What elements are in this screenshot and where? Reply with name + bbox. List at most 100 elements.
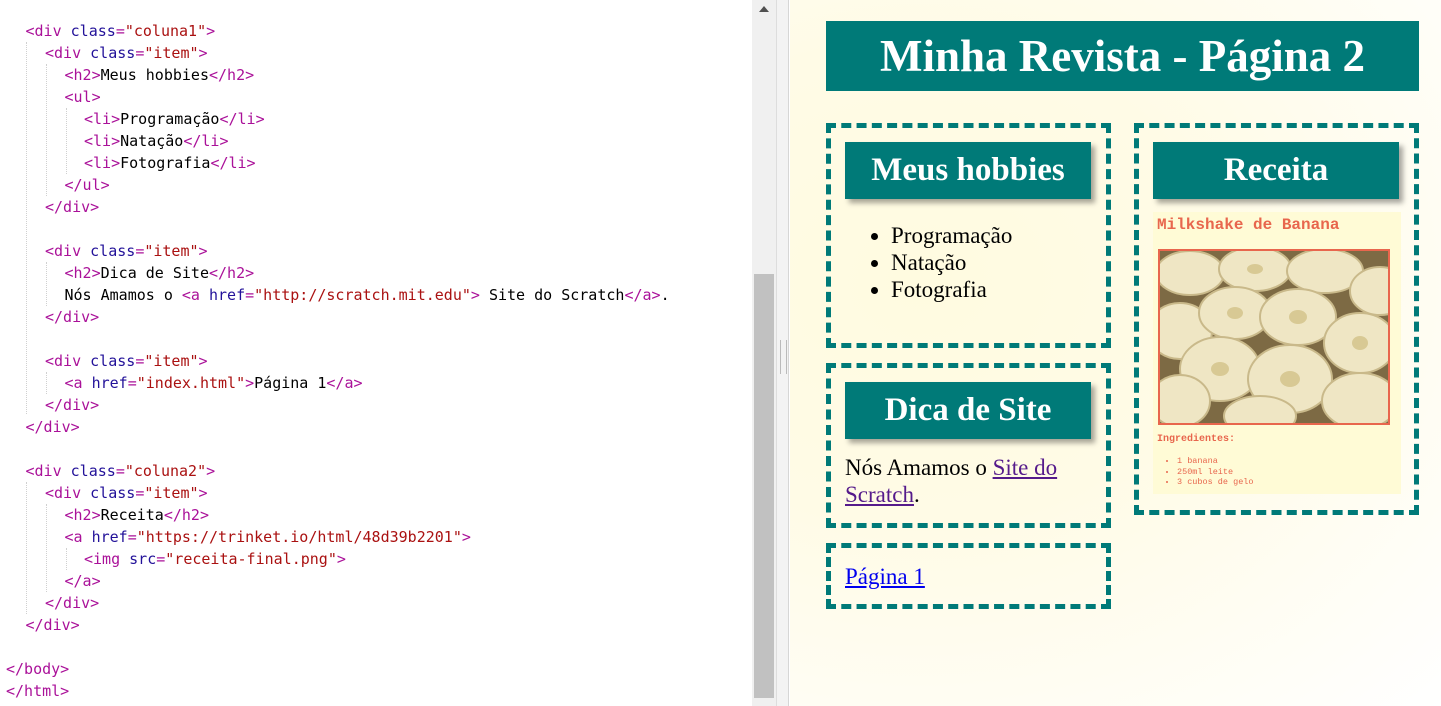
list-item: Fotografia: [891, 276, 1012, 303]
code-token: <div: [45, 242, 91, 260]
editor-scrollbar[interactable]: [752, 0, 776, 706]
code-token: >: [198, 352, 208, 370]
dica-text-before: Nós Amamos o: [845, 455, 993, 480]
banana-photo: [1158, 249, 1390, 425]
code-token: </ul>: [64, 176, 110, 194]
indent-guide: [46, 372, 47, 394]
code-token: >: [461, 528, 471, 546]
code-token: >: [245, 374, 255, 392]
code-token: </div>: [45, 396, 100, 414]
code-editor[interactable]: <div class="coluna1"> <div class="item"> <…: [0, 0, 752, 706]
code-token: href: [209, 286, 246, 304]
hobbies-item: Meus hobbies Programação Natação Fotogra…: [826, 123, 1111, 348]
recipe-title: Milkshake de Banana: [1157, 216, 1340, 234]
code-token: Nós Amamos o: [64, 286, 182, 304]
code-token: <h2>: [64, 506, 101, 524]
page-title: Minha Revista - Página 2: [826, 21, 1419, 91]
indent-guide: [46, 504, 47, 592]
pagina-1-link[interactable]: Página 1: [845, 563, 925, 590]
receita-heading: Receita: [1153, 142, 1399, 199]
code-line: <a href="https://trinket.io/html/48d39b2…: [65, 526, 471, 548]
code-token: <a: [64, 374, 92, 392]
hobbies-heading: Meus hobbies: [845, 142, 1091, 199]
code-line: <div class="coluna1">: [26, 20, 216, 42]
scroll-up-arrow-icon[interactable]: [752, 0, 776, 20]
code-line: </div>: [45, 394, 99, 416]
dica-heading: Dica de Site: [845, 382, 1091, 439]
code-token: >: [198, 44, 208, 62]
code-token: "index.html": [136, 374, 246, 392]
code-line: <div class="item">: [45, 42, 208, 64]
code-token: class: [90, 44, 136, 62]
code-token: href: [91, 528, 128, 546]
code-token: </body>: [6, 660, 70, 678]
code-line: <div class="item">: [45, 482, 208, 504]
code-line: </div>: [26, 614, 80, 636]
code-token: src: [129, 550, 157, 568]
code-token: Dica de Site: [100, 264, 209, 282]
code-token: <ul>: [64, 88, 101, 106]
code-line: </div>: [45, 196, 99, 218]
code-line: </div>: [45, 306, 99, 328]
code-line: </div>: [26, 416, 80, 438]
code-token: </div>: [45, 308, 100, 326]
code-token: =: [135, 44, 145, 62]
indent-guide: [26, 42, 27, 414]
code-token: </li>: [219, 110, 265, 128]
code-token: Fotografia: [120, 154, 211, 172]
code-line: Nós Amamos o <a href="http://scratch.mit…: [65, 284, 670, 306]
code-token: "https://trinket.io/html/48d39b2201": [136, 528, 462, 546]
code-token: </div>: [45, 198, 100, 216]
code-token: =: [135, 242, 145, 260]
code-line: <h2>Meus hobbies</h2>: [65, 64, 255, 86]
code-token: Receita: [100, 506, 164, 524]
ingredients-list: 1 banana 250ml leite 3 cubos de gelo: [1163, 456, 1254, 488]
code-token: </a>: [624, 286, 661, 304]
code-token: class: [90, 242, 136, 260]
code-token: >: [198, 484, 208, 502]
code-token: Programação: [120, 110, 220, 128]
code-token: </h2>: [163, 506, 209, 524]
code-token: >: [470, 286, 480, 304]
code-token: >: [336, 550, 346, 568]
code-token: <li>: [84, 132, 121, 150]
indent-guide: [26, 482, 27, 614]
code-line: <img src="receita-final.png">: [84, 548, 346, 570]
code-token: "coluna1": [124, 22, 207, 40]
code-token: <h2>: [64, 264, 101, 282]
receita-item: Receita Milkshake de Banana Ingredientes…: [1134, 123, 1419, 515]
code-token: </div>: [25, 418, 80, 436]
code-token: Página 1: [254, 374, 327, 392]
code-token: "receita-final.png": [165, 550, 337, 568]
dica-item: Dica de Site Nós Amamos o Site do Scratc…: [826, 363, 1111, 528]
divider-grip-icon[interactable]: [780, 340, 787, 374]
code-token: <a: [64, 528, 92, 546]
code-token: </li>: [210, 154, 256, 172]
code-token: =: [115, 462, 125, 480]
code-token: </li>: [183, 132, 229, 150]
code-token: </a>: [326, 374, 363, 392]
code-token: </div>: [45, 594, 100, 612]
code-token: =: [135, 484, 145, 502]
code-token: Meus hobbies: [100, 66, 209, 84]
code-token: =: [245, 286, 255, 304]
code-token: =: [156, 550, 166, 568]
code-token: <h2>: [64, 66, 101, 84]
code-token: "coluna2": [124, 462, 207, 480]
code-line: <div class="coluna2">: [26, 460, 216, 482]
code-line: </div>: [45, 592, 99, 614]
code-token: "item": [144, 242, 199, 260]
recipe-image-link[interactable]: Milkshake de Banana Ingredientes: • 1 ba…: [1153, 212, 1401, 494]
code-line: </a>: [65, 570, 101, 592]
code-line: </ul>: [65, 174, 110, 196]
code-token: "item": [144, 484, 199, 502]
hobbies-list: Programação Natação Fotografia: [865, 222, 1012, 303]
list-item: 3 cubos de gelo: [1177, 477, 1254, 488]
indent-guide: [66, 548, 67, 570]
code-line: <li>Fotografia</li>: [84, 152, 256, 174]
code-token: Natação: [120, 132, 184, 150]
scroll-thumb[interactable]: [754, 274, 774, 698]
pane-divider[interactable]: [776, 0, 789, 706]
code-line: <h2>Dica de Site</h2>: [65, 262, 255, 284]
code-line: <li>Natação</li>: [84, 130, 229, 152]
